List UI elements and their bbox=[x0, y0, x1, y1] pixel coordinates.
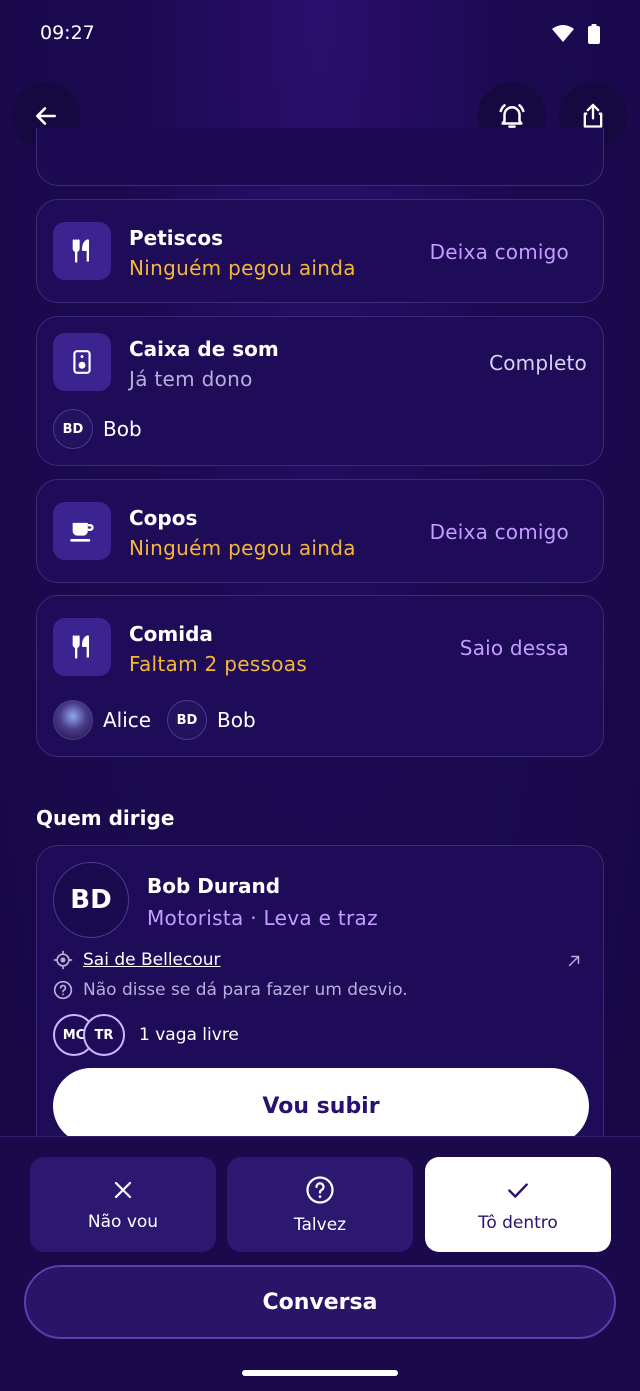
person-chip: BD Bob bbox=[167, 700, 256, 740]
departure-link[interactable]: Sai de Bellecour bbox=[53, 950, 221, 970]
home-indicator[interactable] bbox=[242, 1370, 398, 1376]
status-icons bbox=[552, 24, 600, 44]
bell-ring-icon bbox=[499, 104, 525, 128]
question-circle-icon bbox=[306, 1175, 334, 1204]
rsvp-label: Não vou bbox=[87, 1211, 159, 1232]
speaker-icon bbox=[53, 333, 111, 391]
person-name: Bob bbox=[103, 417, 142, 441]
detour-text: Não disse se dá para fazer um desvio. bbox=[83, 980, 408, 1000]
avatar: BD bbox=[53, 862, 129, 938]
person-chip: Alice bbox=[53, 700, 151, 740]
item-title: Copos bbox=[129, 506, 198, 530]
chat-button[interactable]: Conversa bbox=[24, 1265, 616, 1339]
departure-text[interactable]: Sai de Bellecour bbox=[83, 950, 221, 970]
item-complete-label: Completo bbox=[489, 351, 587, 375]
bottom-action-panel: Não vou Talvez Tô dentro Conversa bbox=[0, 1136, 640, 1391]
detour-info: Não disse se dá para fazer um desvio. bbox=[53, 980, 408, 1000]
item-title: Comida bbox=[129, 622, 213, 646]
take-item-button[interactable]: Deixa comigo bbox=[430, 240, 569, 264]
join-ride-button[interactable]: Vou subir bbox=[53, 1068, 589, 1144]
item-card: Caixa de som Já tem dono Completo BD Bob bbox=[36, 316, 604, 466]
leave-item-button[interactable]: Saio dessa bbox=[460, 636, 569, 660]
share-icon bbox=[583, 103, 603, 128]
arrow-left-icon bbox=[36, 107, 56, 125]
driver-name: Bob Durand bbox=[147, 874, 281, 898]
check-icon bbox=[508, 1182, 528, 1198]
item-status: Ninguém pegou ainda bbox=[129, 256, 356, 280]
avatar: BD bbox=[53, 409, 93, 449]
location-target-icon bbox=[53, 950, 73, 970]
passenger-avatar: TR bbox=[83, 1014, 125, 1056]
fork-knife-icon bbox=[53, 222, 111, 280]
close-icon bbox=[114, 1181, 132, 1198]
driver-card: BD Bob Durand Motorista · Leva e traz Sa… bbox=[36, 845, 604, 1165]
question-circle-icon bbox=[53, 980, 73, 1000]
status-time: 09:27 bbox=[40, 22, 95, 44]
seats-available: 1 vaga livre bbox=[139, 1025, 239, 1045]
rsvp-no-button[interactable]: Não vou bbox=[30, 1157, 216, 1252]
avatar bbox=[53, 700, 93, 740]
person-name: Bob bbox=[217, 708, 256, 732]
wifi-icon bbox=[552, 25, 574, 42]
person-name: Alice bbox=[103, 708, 152, 732]
item-title: Petiscos bbox=[129, 226, 224, 250]
cup-icon bbox=[53, 502, 111, 560]
section-title: Quem dirige bbox=[36, 806, 175, 830]
item-card: Copos Ninguém pegou ainda Deixa comigo bbox=[36, 479, 604, 583]
status-bar: 09:27 bbox=[0, 0, 640, 70]
item-status: Já tem dono bbox=[129, 367, 253, 391]
item-card: Comida Faltam 2 pessoas Saio dessa Alice… bbox=[36, 595, 604, 757]
seats-row: MC TR 1 vaga livre bbox=[53, 1014, 239, 1056]
rsvp-maybe-button[interactable]: Talvez bbox=[227, 1157, 413, 1252]
item-status: Ninguém pegou ainda bbox=[129, 536, 356, 560]
avatar: BD bbox=[167, 700, 207, 740]
battery-icon bbox=[588, 24, 600, 44]
previous-card-edge bbox=[36, 128, 604, 186]
person-chip: BD Bob bbox=[53, 409, 142, 449]
rsvp-label: Tô dentro bbox=[478, 1212, 558, 1233]
rsvp-label: Talvez bbox=[293, 1214, 347, 1235]
fork-knife-icon bbox=[53, 618, 111, 676]
open-external-icon[interactable] bbox=[565, 952, 583, 970]
item-title: Caixa de som bbox=[129, 337, 279, 361]
driver-role: Motorista · Leva e traz bbox=[147, 906, 378, 930]
item-status: Faltam 2 pessoas bbox=[129, 652, 308, 676]
item-card: Petiscos Ninguém pegou ainda Deixa comig… bbox=[36, 199, 604, 303]
take-item-button[interactable]: Deixa comigo bbox=[430, 520, 569, 544]
rsvp-yes-button[interactable]: Tô dentro bbox=[425, 1157, 611, 1252]
